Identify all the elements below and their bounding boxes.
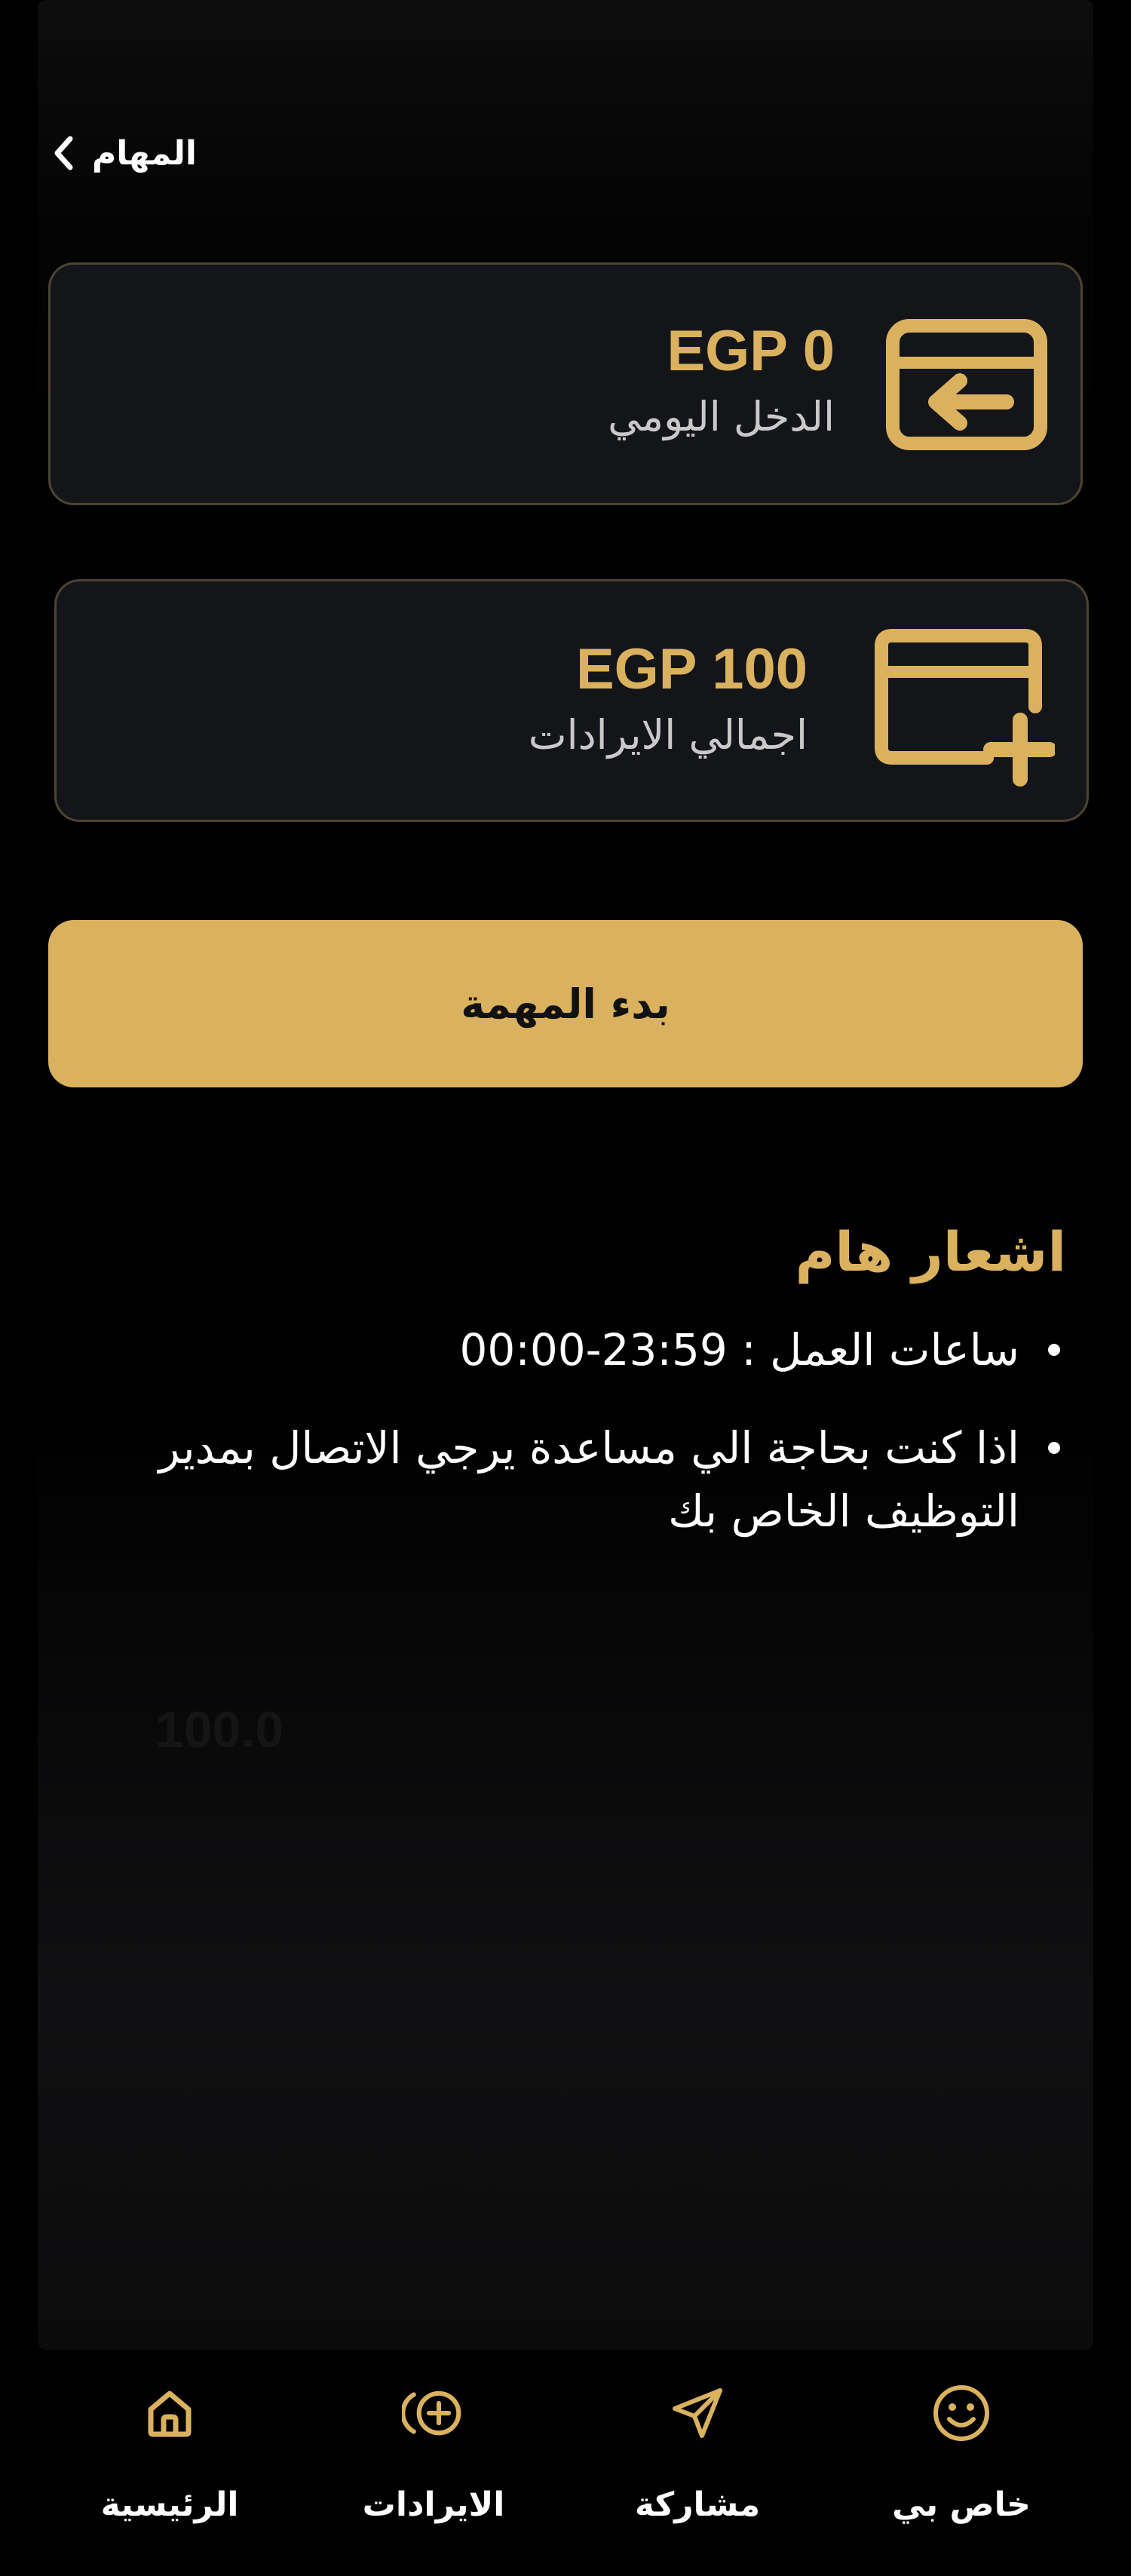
home-icon [138, 2381, 201, 2445]
nav-label-profile: خاص بي [892, 2486, 1031, 2524]
start-task-button[interactable]: بدء المهمة [48, 920, 1083, 1087]
nav-item-profile[interactable]: خاص بي [829, 2350, 1093, 2576]
daily-income-text: EGP 0 الدخل اليومي [608, 317, 835, 447]
top-bar: المهام [48, 127, 197, 179]
total-revenue-label: اجمالي الايرادات [528, 711, 808, 759]
nav-item-revenue[interactable]: الايرادات [302, 2350, 566, 2576]
send-icon [666, 2381, 729, 2445]
chevron-left-icon[interactable] [48, 134, 78, 172]
daily-income-label: الدخل اليومي [608, 393, 835, 440]
card-plus-icon [874, 628, 1055, 787]
notice-item-working-hours: ساعات العمل : 23:59-00:00 [86, 1318, 1066, 1382]
notice-list: ساعات العمل : 23:59-00:00 اذا كنت بحاجة … [86, 1318, 1066, 1543]
total-revenue-text: EGP 100 اجمالي الايرادات [529, 636, 808, 765]
page-title[interactable]: المهام [92, 134, 197, 173]
daily-income-amount: EGP 0 [667, 319, 835, 383]
bottom-navigation: الرئيسية الايرادات مشاركة خاص بي [38, 2350, 1093, 2576]
daily-income-card: EGP 0 الدخل اليومي [48, 262, 1083, 505]
nav-label-home: الرئيسية [100, 2486, 239, 2524]
notice-title: اشعار هام [795, 1220, 1066, 1283]
card-arrow-left-icon [880, 313, 1053, 456]
important-notice: اشعار هام ساعات العمل : 23:59-00:00 اذا … [86, 1214, 1066, 1578]
nav-label-revenue: الايرادات [362, 2486, 505, 2524]
background-ghost-value: 100.0 [155, 1701, 284, 1759]
nav-item-share[interactable]: مشاركة [566, 2350, 829, 2576]
nav-item-home[interactable]: الرئيسية [38, 2350, 302, 2576]
smiley-icon [930, 2381, 993, 2445]
nav-label-share: مشاركة [634, 2486, 761, 2524]
notice-item-help: اذا كنت بحاجة الي مساعدة يرجي الاتصال بم… [86, 1416, 1066, 1543]
total-revenue-card: EGP 100 اجمالي الايرادات [54, 579, 1089, 822]
total-revenue-amount: EGP 100 [575, 637, 808, 701]
plus-circle-icon [402, 2381, 465, 2445]
